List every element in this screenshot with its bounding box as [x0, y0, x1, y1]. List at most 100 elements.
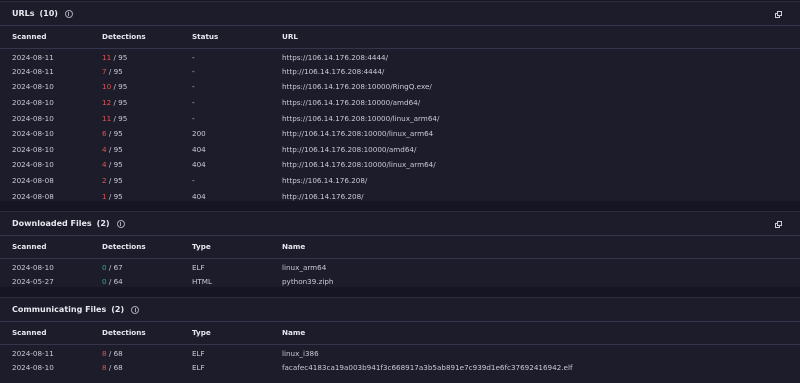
downloaded-files-header: Downloaded Files (2) — [0, 212, 800, 236]
info-icon[interactable] — [116, 219, 125, 228]
table-header-row: Scanned Detections Type Name — [0, 322, 800, 345]
column-header[interactable]: Detections — [102, 26, 192, 49]
table-row[interactable]: 2024-08-11 8 / 68 ELF linux_i386 — [0, 344, 800, 360]
column-header[interactable]: Type — [192, 322, 282, 345]
info-icon[interactable] — [131, 305, 140, 314]
status-code: - — [192, 113, 195, 123]
status-code: 404 — [192, 144, 206, 154]
scanned-date: 2024-08-10 — [12, 113, 54, 123]
url-link[interactable]: http://106.14.176.208:10000/linux_arm64 — [282, 126, 800, 142]
url-link[interactable]: http://106.14.176.208:4444/ — [282, 64, 800, 80]
detection-total: / 95 — [106, 144, 123, 154]
communicating-files-section: Communicating Files (2) Scanned Detectio… — [0, 297, 800, 383]
table-row[interactable]: 2024-08-08 2 / 95- https://106.14.176.208/ — [0, 173, 800, 189]
detections-cell: 11 / 95 — [102, 110, 192, 126]
column-header[interactable]: Type — [192, 236, 282, 259]
url-link[interactable]: https://106.14.176.208:4444/ — [282, 48, 800, 64]
detection-count: 10 — [102, 82, 112, 92]
table-row[interactable]: 2024-08-10 4 / 95 404 http://106.14.176.208… — [0, 157, 800, 173]
status-code: 200 — [192, 129, 206, 139]
detection-total: / 95 — [111, 98, 128, 108]
scanned-date: 2024-05-27 — [12, 276, 54, 286]
status-code: - — [192, 66, 195, 76]
table-row[interactable]: 2024-08-10 11 / 95- https://106.14.176.208… — [0, 110, 800, 126]
table-row[interactable]: 2024-08-10 12 / 95- https://106.14.176.208… — [0, 95, 800, 111]
detection-count: 11 — [102, 52, 112, 62]
file-name-link[interactable]: python39.ziph — [282, 274, 800, 290]
detection-total: / 68 — [106, 348, 123, 358]
file-type: HTML — [192, 276, 213, 286]
detection-total: / 95 — [106, 129, 123, 139]
detections-cell: 10 / 95 — [102, 79, 192, 95]
copy-icon[interactable] — [775, 11, 782, 18]
file-name-link[interactable]: linux_arm64 — [282, 258, 800, 274]
detections-cell: 8 / 68 — [102, 360, 192, 376]
column-header[interactable]: Name — [282, 322, 800, 345]
downloaded-files-table: Scanned Detections Type Name 2024-08-10 0… — [0, 236, 800, 289]
url-link[interactable]: https://106.14.176.208:10000/linux_arm64… — [282, 110, 800, 126]
file-type: ELF — [192, 362, 205, 372]
column-header[interactable]: Scanned — [0, 322, 102, 345]
table-row[interactable]: 2024-08-10 10 / 95- https://106.14.176.208… — [0, 79, 800, 95]
table-header-row: Scanned Detections Status URL — [0, 26, 800, 49]
section-count: (2) — [111, 305, 125, 314]
scanned-date: 2024-08-08 — [12, 176, 54, 186]
detection-count: 11 — [102, 113, 112, 123]
column-header[interactable]: Name — [282, 236, 800, 259]
column-header[interactable]: URL — [282, 26, 800, 49]
status-code: - — [192, 176, 195, 186]
detection-total: / 64 — [106, 276, 123, 286]
detection-total: / 95 — [106, 176, 123, 186]
detections-cell: 12 / 95 — [102, 95, 192, 111]
urls-header: URLs (10) — [0, 2, 800, 26]
detection-total: / 95 — [106, 66, 123, 76]
scanned-date: 2024-08-11 — [12, 52, 54, 62]
table-row[interactable]: 2024-08-11 11 / 95- https://106.14.176.208… — [0, 48, 800, 64]
table-row[interactable]: 2024-08-11 7 / 95- http://106.14.176.208:4… — [0, 64, 800, 80]
status-code: - — [192, 82, 195, 92]
url-link[interactable]: http://106.14.176.208/ — [282, 188, 800, 204]
column-header[interactable]: Detections — [102, 236, 192, 259]
url-link[interactable]: http://106.14.176.208:10000/amd64/ — [282, 142, 800, 158]
scanned-date: 2024-08-10 — [12, 129, 54, 139]
table-row[interactable]: 2024-08-08 1 / 95 404 http://106.14.176.208… — [0, 188, 800, 204]
url-link[interactable]: https://106.14.176.208/ — [282, 173, 800, 189]
detections-cell: 0 / 67 — [102, 258, 192, 274]
url-link[interactable]: https://106.14.176.208:10000/RingQ.exe/ — [282, 79, 800, 95]
detections-cell: 1 / 95 — [102, 188, 192, 204]
urls-section: URLs (10) Scanned Detections Status URL … — [0, 1, 800, 201]
url-link[interactable]: https://106.14.176.208:10000/amd64/ — [282, 95, 800, 111]
detections-cell: 7 / 95 — [102, 64, 192, 80]
column-header[interactable]: Status — [192, 26, 282, 49]
detection-total: / 67 — [106, 262, 123, 272]
detection-total: / 95 — [111, 113, 128, 123]
scanned-date: 2024-08-10 — [12, 98, 54, 108]
file-name-link[interactable]: linux_i386 — [282, 344, 800, 360]
status-code: 404 — [192, 191, 206, 201]
detection-total: / 95 — [106, 160, 123, 170]
table-row[interactable]: 2024-05-27 0 / 64 HTML python39.ziph — [0, 274, 800, 290]
table-row[interactable]: 2024-08-10 8 / 68 ELF facafec4183ca19a003b9… — [0, 360, 800, 376]
scanned-date: 2024-08-10 — [12, 262, 54, 272]
scanned-date: 2024-08-10 — [12, 144, 54, 154]
detections-cell: 6 / 95 — [102, 126, 192, 142]
column-header[interactable]: Detections — [102, 322, 192, 345]
copy-icon[interactable] — [775, 221, 782, 228]
file-type: ELF — [192, 262, 205, 272]
detection-total: / 95 — [111, 82, 128, 92]
table-row[interactable]: 2024-08-10 0 / 67 ELF linux_arm64 — [0, 258, 800, 274]
urls-table: Scanned Detections Status URL 2024-08-11… — [0, 26, 800, 204]
communicating-files-header: Communicating Files (2) — [0, 298, 800, 322]
status-code: - — [192, 98, 195, 108]
table-row[interactable]: 2024-08-10 6 / 95 200 http://106.14.176.208… — [0, 126, 800, 142]
table-row[interactable]: 2024-08-10 4 / 95 404 http://106.14.176.208… — [0, 142, 800, 158]
scanned-date: 2024-08-10 — [12, 82, 54, 92]
column-header[interactable]: Scanned — [0, 26, 102, 49]
detections-cell: 4 / 95 — [102, 142, 192, 158]
detections-cell: 4 / 95 — [102, 157, 192, 173]
url-link[interactable]: http://106.14.176.208:10000/linux_arm64/ — [282, 157, 800, 173]
file-name-link[interactable]: facafec4183ca19a003b941f3c668917a3b5ab89… — [282, 360, 800, 376]
column-header[interactable]: Scanned — [0, 236, 102, 259]
detection-total: / 68 — [106, 362, 123, 372]
info-icon[interactable] — [64, 9, 73, 18]
